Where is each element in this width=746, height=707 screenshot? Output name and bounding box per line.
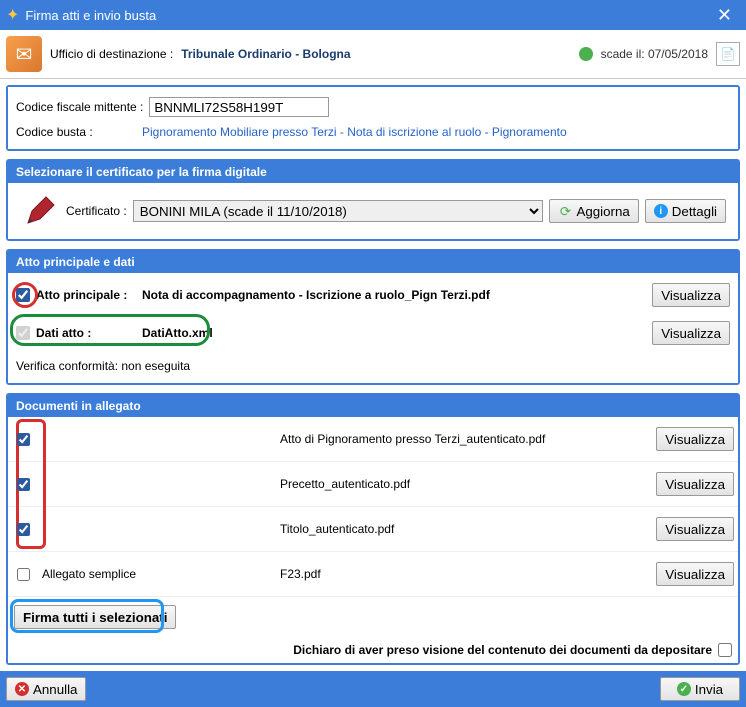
doc-row: Allegato semplice F23.pdf Visualizza — [8, 552, 738, 597]
doc-checkbox[interactable] — [17, 433, 30, 446]
declaration-label: Dichiaro di aver preso visione del conte… — [293, 643, 712, 657]
close-button[interactable]: ✕ — [709, 5, 740, 26]
atto-panel: Atto principale e dati Atto principale :… — [6, 249, 740, 385]
certificate-label: Certificato : — [66, 204, 127, 218]
footer: ✕ Annulla ✓ Invia — [0, 671, 746, 707]
atto-principale-file: Nota di accompagnamento - Iscrizione a r… — [142, 288, 490, 302]
doc-row: Atto di Pignoramento presso Terzi_autent… — [8, 417, 738, 462]
envelope-icon: ✉ — [6, 36, 42, 72]
doc-file: F23.pdf — [280, 567, 648, 581]
doc-checkbox[interactable] — [17, 568, 30, 581]
doc-visualizza[interactable]: Visualizza — [656, 562, 734, 586]
cancel-button[interactable]: ✕ Annulla — [6, 677, 86, 701]
expiry-label: scade il: 07/05/2018 — [601, 47, 708, 61]
send-icon: ✓ — [677, 682, 691, 696]
window-title: Firma atti e invio busta — [25, 8, 709, 23]
dati-atto-visualizza[interactable]: Visualizza — [652, 321, 730, 345]
atto-principale-label: Atto principale : — [36, 288, 136, 302]
declaration-checkbox[interactable] — [718, 643, 732, 657]
destination-label: Ufficio di destinazione : — [50, 47, 173, 61]
sign-all-button[interactable]: Firma tutti i selezionati — [14, 605, 176, 629]
busta-label: Codice busta : — [16, 125, 136, 139]
details-button[interactable]: i Dettagli — [645, 199, 726, 223]
doc-file: Titolo_autenticato.pdf — [280, 522, 648, 536]
document-icon[interactable]: 📄 — [716, 42, 740, 66]
busta-link[interactable]: Pignoramento Mobiliare presso Terzi - No… — [142, 125, 567, 139]
doc-visualizza[interactable]: Visualizza — [656, 517, 734, 541]
documents-panel: Documenti in allegato Atto di Pignoramen… — [6, 393, 740, 665]
info-icon: i — [654, 204, 668, 218]
doc-visualizza[interactable]: Visualizza — [656, 472, 734, 496]
annotation-red-circle — [12, 282, 38, 308]
certificate-panel-title: Selezionare il certificato per la firma … — [8, 161, 738, 183]
refresh-icon: ⟳ — [558, 204, 572, 218]
doc-visualizza[interactable]: Visualizza — [656, 427, 734, 451]
certificate-select[interactable]: BONINI MILA (scade il 11/10/2018) — [133, 200, 544, 222]
pen-icon — [20, 193, 60, 229]
doc-checkbox[interactable] — [17, 523, 30, 536]
doc-row: Precetto_autenticato.pdf Visualizza — [8, 462, 738, 507]
doc-file: Atto di Pignoramento presso Terzi_autent… — [280, 432, 648, 446]
documents-panel-title: Documenti in allegato — [8, 395, 738, 417]
send-button[interactable]: ✓ Invia — [660, 677, 740, 701]
annotation-green-box — [10, 314, 210, 346]
destination-value: Tribunale Ordinario - Bologna — [181, 47, 350, 61]
window-icon: ✦ — [6, 5, 19, 25]
cf-input[interactable] — [149, 97, 329, 117]
fiscal-panel: Codice fiscale mittente : Codice busta :… — [6, 85, 740, 151]
cf-label: Codice fiscale mittente : — [16, 100, 143, 114]
atto-panel-title: Atto principale e dati — [8, 251, 738, 273]
documents-list: Atto di Pignoramento presso Terzi_autent… — [8, 417, 738, 597]
cancel-icon: ✕ — [15, 682, 29, 696]
status-ok-icon — [579, 47, 593, 61]
conformita-text: Verifica conformità: non eseguita — [16, 359, 190, 373]
refresh-button[interactable]: ⟳ Aggiorna — [549, 199, 638, 223]
atto-principale-visualizza[interactable]: Visualizza — [652, 283, 730, 307]
titlebar: ✦ Firma atti e invio busta ✕ — [0, 0, 746, 30]
doc-row: Titolo_autenticato.pdf Visualizza — [8, 507, 738, 552]
doc-checkbox[interactable] — [17, 478, 30, 491]
destination-header: ✉ Ufficio di destinazione : Tribunale Or… — [0, 30, 746, 79]
doc-type: Allegato semplice — [42, 567, 272, 581]
certificate-panel: Selezionare il certificato per la firma … — [6, 159, 740, 241]
doc-file: Precetto_autenticato.pdf — [280, 477, 648, 491]
